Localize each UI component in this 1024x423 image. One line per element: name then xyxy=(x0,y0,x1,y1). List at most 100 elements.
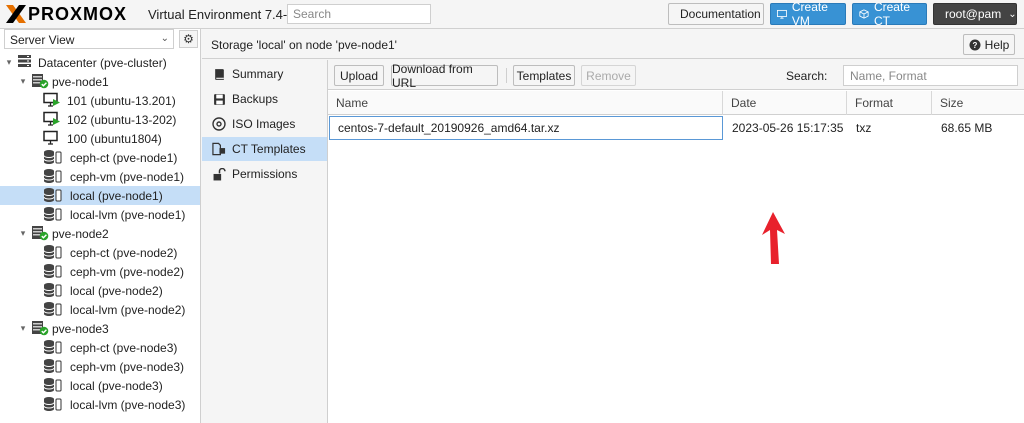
tree-item[interactable]: ceph-ct (pve-node2) xyxy=(0,243,200,262)
tree-item[interactable]: ▾ pve-node1 xyxy=(0,72,200,91)
table-row[interactable]: centos-7-default_20190926_amd64.tar.xz 2… xyxy=(328,116,1024,140)
documentation-label: Documentation xyxy=(680,7,761,21)
tree-item-label: 101 (ubuntu-13.201) xyxy=(67,93,176,108)
storage-icon xyxy=(43,396,62,412)
ct-templates-panel: Upload Download from URL Templates Remov… xyxy=(328,60,1024,423)
chevron-down-icon[interactable]: ▾ xyxy=(18,76,28,87)
tree-item-label: pve-node1 xyxy=(52,74,109,89)
tree-item[interactable]: ▾ pve-node2 xyxy=(0,224,200,243)
storage-icon xyxy=(43,149,62,165)
main-panel: Storage 'local' on node 'pve-node1' ? He… xyxy=(202,29,1024,423)
create-ct-button[interactable]: Create CT xyxy=(852,0,927,28)
cell-size: 68.65 MB xyxy=(941,121,993,135)
user-menu-button[interactable]: root@pam ⌄ xyxy=(933,3,1017,25)
tree-item-label: local-lvm (pve-node1) xyxy=(70,207,186,222)
subnav-item-permissions[interactable]: Permissions xyxy=(202,162,327,186)
search-input[interactable] xyxy=(843,65,1018,86)
storage-icon xyxy=(43,377,62,393)
global-search-input[interactable] xyxy=(287,4,431,24)
tree-item[interactable]: 100 (ubuntu1804) xyxy=(0,129,200,148)
tree-item[interactable]: 102 (ubuntu-13-202) xyxy=(0,110,200,129)
storage-icon xyxy=(43,358,62,374)
subnav-item-iso-images[interactable]: ISO Images xyxy=(202,112,327,136)
server-online-icon xyxy=(31,225,49,241)
tree-item[interactable]: local-lvm (pve-node3) xyxy=(0,395,200,414)
proxmox-logo[interactable]: PROXMOX xyxy=(5,4,127,24)
tree-item-label: ceph-vm (pve-node1) xyxy=(70,169,185,184)
tree-item-label: local (pve-node3) xyxy=(70,378,163,393)
subnav-item-label: ISO Images xyxy=(232,117,296,131)
book-icon xyxy=(212,67,226,81)
gear-icon[interactable]: ⚙ xyxy=(179,30,198,48)
tree-item[interactable]: local (pve-node3) xyxy=(0,376,200,395)
tree-item-label: ceph-vm (pve-node2) xyxy=(70,264,185,279)
tree-item-label: pve-node3 xyxy=(52,321,109,336)
toolbar: Upload Download from URL Templates Remov… xyxy=(328,60,1024,90)
storage-icon xyxy=(43,244,62,260)
product-version: Virtual Environment 7.4-3 xyxy=(148,7,295,22)
tree-item[interactable]: ceph-ct (pve-node3) xyxy=(0,338,200,357)
datacenter-icon xyxy=(17,54,35,70)
column-header-name[interactable]: Name xyxy=(328,91,723,115)
chevron-down-icon[interactable]: ▾ xyxy=(18,228,28,239)
cube-icon xyxy=(859,9,869,19)
subnav-item-label: Permissions xyxy=(232,167,298,181)
tree-item-label: ceph-ct (pve-node2) xyxy=(70,245,178,260)
tree-item[interactable]: ▾ Datacenter (pve-cluster) xyxy=(0,53,200,72)
tree-item-label: ceph-ct (pve-node3) xyxy=(70,340,178,355)
tree-item[interactable]: local (pve-node2) xyxy=(0,281,200,300)
chevron-down-icon[interactable]: ▾ xyxy=(4,57,14,68)
subnav-item-label: Summary xyxy=(232,67,284,81)
tree-item[interactable]: ceph-vm (pve-node2) xyxy=(0,262,200,281)
tree-item[interactable]: local (pve-node1) xyxy=(0,186,200,205)
tree-item-label: ceph-ct (pve-node1) xyxy=(70,150,178,165)
vm-stopped-icon xyxy=(43,130,61,146)
red-arrow-annotation xyxy=(762,212,785,264)
vm-running-icon xyxy=(43,92,61,108)
create-vm-button[interactable]: Create VM xyxy=(770,0,846,28)
tree-item-label: ceph-vm (pve-node3) xyxy=(70,359,185,374)
subnav-item-backups[interactable]: Backups xyxy=(202,87,327,111)
upload-button[interactable]: Upload xyxy=(334,65,384,86)
tree-item[interactable]: ceph-ct (pve-node1) xyxy=(0,148,200,167)
subnav-item-summary[interactable]: Summary xyxy=(202,62,327,86)
floppy-icon xyxy=(212,92,226,106)
storage-icon xyxy=(43,168,62,184)
resource-tree-panel: Server View ⌄ ⚙ ▾ Datacenter (pve-cluster… xyxy=(0,29,201,423)
cell-date: 2023-05-26 15:17:35 xyxy=(732,121,844,135)
download-from-url-button[interactable]: Download from URL xyxy=(391,62,498,90)
vm-running-icon xyxy=(43,111,61,127)
logo-text: PROXMOX xyxy=(28,3,128,24)
help-button[interactable]: ? Help xyxy=(963,34,1015,55)
top-bar: PROXMOX Virtual Environment 7.4-3 Docume… xyxy=(0,0,1024,29)
documentation-button[interactable]: Documentation xyxy=(668,3,764,25)
view-selector[interactable]: Server View ⌄ xyxy=(4,29,174,49)
storage-icon xyxy=(43,187,62,203)
column-header-format[interactable]: Format xyxy=(847,91,932,115)
templates-button[interactable]: Templates xyxy=(513,65,575,86)
chevron-down-icon: ⌄ xyxy=(1008,8,1017,20)
svg-text:?: ? xyxy=(972,41,977,50)
storage-subnav: Summary Backups ISO Images CT Templates Perm… xyxy=(202,60,328,423)
storage-icon xyxy=(43,339,62,355)
tree-item[interactable]: 101 (ubuntu-13.201) xyxy=(0,91,200,110)
chevron-down-icon[interactable]: ▾ xyxy=(18,323,28,334)
search-label: Search: xyxy=(786,69,828,83)
tree-item[interactable]: local-lvm (pve-node2) xyxy=(0,300,200,319)
tree-item[interactable]: ▾ pve-node3 xyxy=(0,319,200,338)
tree-item[interactable]: ceph-vm (pve-node3) xyxy=(0,357,200,376)
resource-tree: ▾ Datacenter (pve-cluster) ▾ pve-node1 101 (… xyxy=(0,53,200,414)
remove-button[interactable]: Remove xyxy=(581,65,636,86)
subnav-item-ct-templates[interactable]: CT Templates xyxy=(202,137,327,161)
column-header-date[interactable]: Date xyxy=(723,91,847,115)
cell-name: centos-7-default_20190926_amd64.tar.xz xyxy=(329,116,723,140)
storage-icon xyxy=(43,301,62,317)
unlock-icon xyxy=(212,167,226,181)
column-header-size[interactable]: Size xyxy=(932,91,1024,115)
subnav-item-label: Backups xyxy=(232,92,279,106)
cell-format: txz xyxy=(856,121,872,135)
tree-item[interactable]: ceph-vm (pve-node1) xyxy=(0,167,200,186)
help-label: Help xyxy=(984,37,1010,52)
chevron-down-icon: ⌄ xyxy=(160,33,169,44)
tree-item[interactable]: local-lvm (pve-node1) xyxy=(0,205,200,224)
